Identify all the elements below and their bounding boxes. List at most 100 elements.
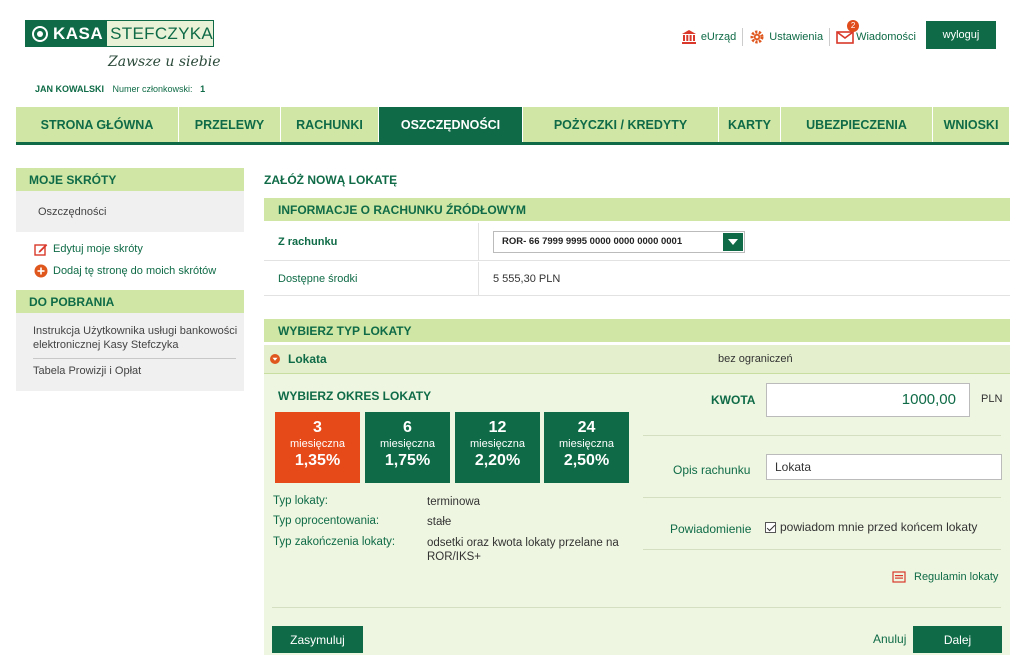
source-account-header: INFORMACJE O RACHUNKU ŹRÓDŁOWYM (264, 198, 1010, 221)
messages-label: Wiadomości (856, 31, 916, 43)
nav-karty[interactable]: KARTY (719, 107, 781, 142)
detail-key: Typ zakończenia lokaty: (273, 536, 396, 548)
deposit-type-header: WYBIERZ TYP LOKATY (264, 319, 1010, 342)
logo-emblem-icon (32, 25, 48, 42)
detail-key: Typ oprocentowania: (273, 515, 380, 527)
available-funds-row: Dostępne środki 5 555,30 PLN (264, 262, 1010, 296)
amount-label: KWOTA (711, 393, 756, 407)
available-funds-value: 5 555,30 PLN (493, 272, 561, 285)
add-shortcut-link[interactable]: Dodaj tę stronę do moich skrótów (34, 264, 216, 278)
eurzad-label: eUrząd (700, 31, 737, 43)
settings-label: Ustawienia (769, 31, 824, 43)
chevron-down-icon (723, 232, 743, 251)
gear-icon (749, 29, 765, 45)
detail-key: Typ lokaty: (273, 495, 328, 507)
nav-ubezpieczenia[interactable]: UBEZPIECZENIA (781, 107, 933, 142)
settings-link[interactable]: Ustawienia (743, 28, 831, 46)
edit-shortcuts-label: Edytuj moje skróty (53, 243, 143, 255)
envelope-icon: 2 (836, 20, 860, 45)
description-label: Opis rachunku (673, 463, 751, 477)
period-unit: miesięczna (289, 438, 346, 450)
edit-shortcuts-link[interactable]: Edytuj moje skróty (34, 242, 143, 256)
eurzad-link[interactable]: eUrząd (675, 28, 744, 46)
terms-label: Regulamin lokaty (914, 571, 999, 583)
nav-wnioski[interactable]: WNIOSKI (933, 107, 1009, 142)
available-funds-label: Dostępne środki (264, 262, 479, 295)
from-account-cell: ROR- 66 7999 9995 0000 0000 0000 0001 (479, 230, 745, 253)
from-account-value: ROR- 66 7999 9995 0000 0000 0000 0001 (502, 236, 683, 247)
period-unit: miesięczna (558, 438, 615, 450)
logo-left-text: KASA (53, 23, 104, 43)
amount-currency: PLN (981, 393, 1003, 405)
brand-tagline: Zawsze u siebie (108, 54, 221, 70)
period-months: 12 (488, 419, 507, 436)
period-months: 24 (577, 419, 596, 436)
messages-link[interactable]: 2 Wiadomości (830, 20, 922, 46)
nav-oszczednosci[interactable]: OSZCZĘDNOŚCI (379, 107, 523, 142)
nav-pozyczki-kredyty[interactable]: POŻYCZKI / KREDYTY (523, 107, 719, 142)
main-nav: STRONA GŁÓWNA PRZELEWY RACHUNKI OSZCZĘDN… (16, 107, 1009, 145)
period-tile-6[interactable]: 6 miesięczna 1,75% (365, 412, 450, 483)
shortcut-item-oszczednosci[interactable]: Oszczędności (16, 191, 244, 232)
top-links: eUrząd Ustawienia 2 Wiadomości (675, 20, 922, 46)
edit-icon (34, 242, 48, 256)
cancel-button[interactable]: Anuluj (873, 632, 906, 646)
downloads-list: Instrukcja Użytkownika usługi bankowości… (16, 313, 244, 391)
download-item-instrukcja[interactable]: Instrukcja Użytkownika usługi bankowości… (33, 324, 238, 352)
period-months: 3 (313, 419, 322, 436)
terms-link[interactable]: Regulamin lokaty (892, 571, 998, 583)
form-divider (643, 435, 1001, 436)
notification-checkbox[interactable]: powiadom mnie przed końcem lokaty (765, 520, 977, 534)
plus-circle-icon (34, 264, 48, 278)
shortcuts-header: MOJE SKRÓTY (16, 168, 244, 191)
add-shortcut-label: Dodaj tę stronę do moich skrótów (53, 265, 217, 277)
page-title: ZAŁÓŻ NOWĄ LOKATĘ (264, 173, 398, 187)
period-rate: 2,20% (474, 452, 521, 469)
logo-left: KASA (26, 21, 103, 46)
nav-przelewy[interactable]: PRZELEWY (179, 107, 281, 142)
period-rate: 1,35% (294, 452, 341, 469)
collapse-arrow-icon (270, 354, 280, 364)
checkbox-checked-icon (765, 521, 776, 533)
detail-value: odsetki oraz kwota lokaty przelane na RO… (427, 537, 619, 563)
nav-strona-glowna[interactable]: STRONA GŁÓWNA (16, 107, 179, 142)
notification-label: Powiadomienie (670, 522, 752, 536)
deposit-type-row[interactable]: Lokata bez ograniczeń (264, 345, 1010, 374)
period-months: 6 (403, 419, 412, 436)
form-divider (643, 497, 1001, 498)
member-number-label: Numer członkowski: (112, 84, 193, 94)
deposit-type-desc: bez ograniczeń (718, 353, 793, 365)
period-rate: 2,50% (563, 452, 610, 469)
brand-logo[interactable]: KASA STEFCZYKA (25, 20, 214, 47)
period-title: WYBIERZ OKRES LOKATY (278, 389, 432, 403)
from-account-select[interactable]: ROR- 66 7999 9995 0000 0000 0000 0001 (493, 230, 745, 253)
description-input[interactable]: Lokata (766, 454, 1002, 480)
downloads-header: DO POBRANIA (16, 290, 244, 313)
period-tile-24[interactable]: 24 miesięczna 2,50% (544, 412, 629, 483)
detail-value: terminowa (427, 496, 481, 508)
period-rate: 1,75% (384, 452, 431, 469)
from-account-row: Z rachunku ROR- 66 7999 9995 0000 0000 0… (264, 223, 1010, 261)
shortcut-item-label: Oszczędności (38, 206, 107, 218)
next-button[interactable]: Dalej (913, 626, 1002, 653)
period-unit: miesięczna (469, 438, 526, 450)
user-name: JAN KOWALSKI (35, 84, 105, 94)
from-account-label: Z rachunku (264, 223, 479, 260)
messages-badge: 2 (847, 20, 860, 32)
amount-input[interactable]: 1000,00 (766, 383, 970, 417)
notification-checkbox-label: powiadom mnie przed końcem lokaty (780, 520, 978, 534)
user-info: JAN KOWALSKI Numer członkowski: 1 (35, 84, 205, 94)
deposit-type-name: Lokata (288, 352, 327, 366)
logout-button[interactable]: wyloguj (926, 21, 996, 49)
simulate-button[interactable]: Zasymuluj (272, 626, 363, 653)
period-tile-12[interactable]: 12 miesięczna 2,20% (455, 412, 540, 483)
pdf-icon (892, 571, 906, 583)
period-tile-3[interactable]: 3 miesięczna 1,35% (275, 412, 360, 483)
download-item-tabela[interactable]: Tabela Prowizji i Opłat (33, 365, 141, 377)
detail-value: stałe (427, 516, 452, 528)
period-unit: miesięczna (379, 438, 436, 450)
downloads-divider (33, 358, 236, 359)
nav-rachunki[interactable]: RACHUNKI (281, 107, 379, 142)
logo-right-text: STEFCZYKA (107, 21, 213, 46)
institution-icon (681, 29, 697, 45)
